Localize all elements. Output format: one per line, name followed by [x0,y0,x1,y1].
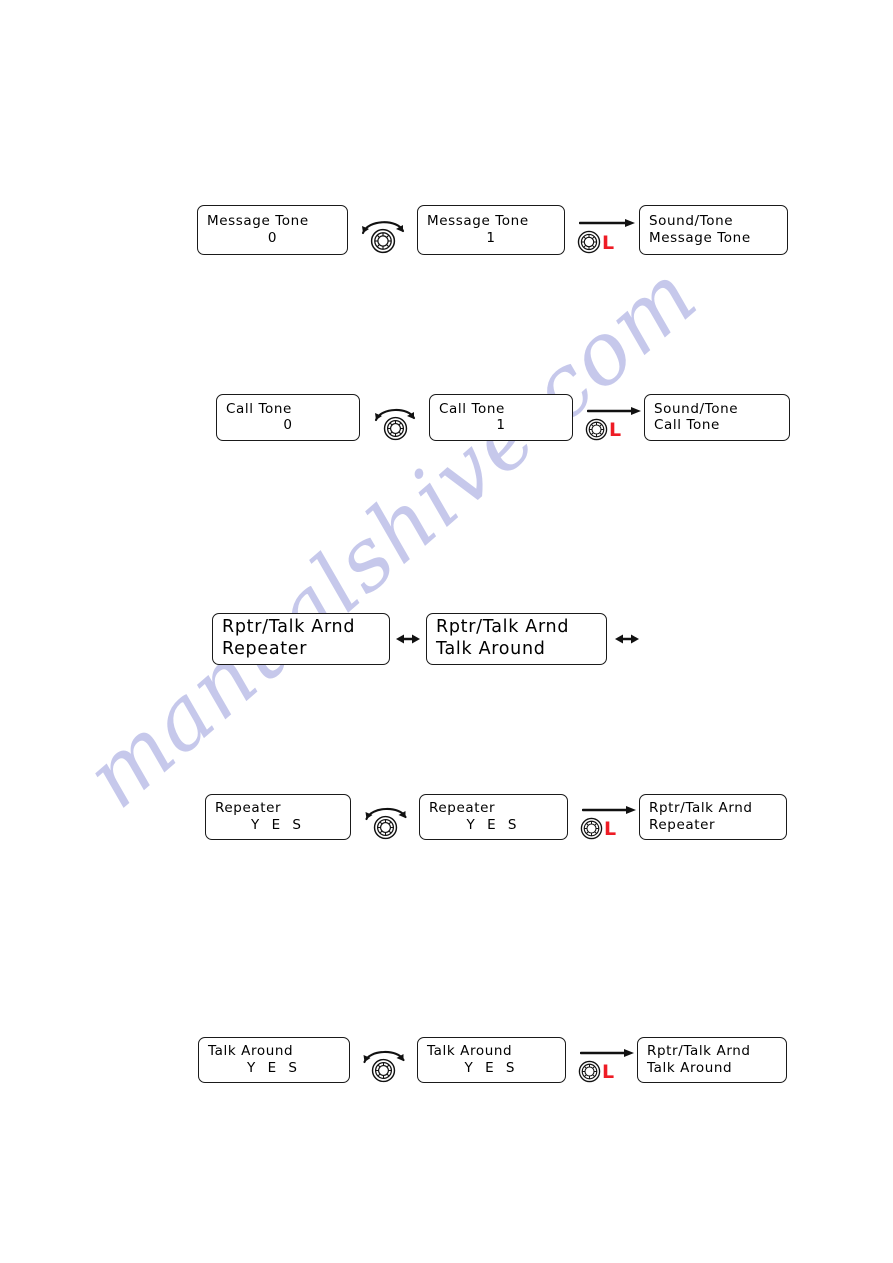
lcd-line-2: 0 [267,229,278,246]
double-arrow-connector[interactable] [615,632,639,646]
arrow-holder [587,405,641,417]
lcd-line-1: Rptr/Talk Arnd [649,800,753,817]
lcd-line-2: Talk Around [436,638,546,659]
lcd-screen[interactable]: Repeater Y E S [205,794,351,840]
lcd-screen[interactable]: Rptr/Talk Arnd Repeater [639,794,787,840]
rotary-knob-icon [580,817,603,840]
lcd-screen[interactable]: Sound/Tone Message Tone [639,205,788,255]
arrow-holder [579,217,635,229]
lcd-line-1: Message Tone [207,213,309,230]
lcd-screen[interactable]: Rptr/Talk Arnd Repeater [212,613,390,665]
arrow-left-right-icon [615,634,639,644]
diagram-row-rptr-talk-arnd: Rptr/Talk Arnd Repeater Rptr/Talk Arnd T… [212,613,639,665]
lcd-screen[interactable]: Rptr/Talk Arnd Talk Around [426,613,607,665]
double-arrow-connector[interactable] [396,632,420,646]
lcd-line-2: Y E S [466,816,521,833]
knob-rotate-connector[interactable] [361,1037,406,1083]
knob-long-press-connector[interactable]: L [580,794,636,840]
lcd-line-2: Repeater [222,638,308,659]
rotate-arrow-icon [362,1050,405,1064]
knob-row: L [580,817,616,840]
arrow-right-icon [582,806,636,814]
arrow-holder [580,1047,634,1059]
rotary-knob-icon [577,230,601,254]
long-press-indicator: L [602,1061,615,1083]
lcd-screen[interactable]: Message Tone 1 [417,205,565,255]
lcd-line-2: Repeater [649,816,716,833]
knob-long-press-connector[interactable]: L [578,1037,634,1083]
lcd-line-2: Talk Around [647,1059,733,1076]
lcd-line-2: 0 [283,417,293,433]
lcd-line-2: Y E S [464,1059,519,1076]
rotary-knob-icon [578,1060,601,1083]
lcd-line-1: Sound/Tone [649,213,734,230]
lcd-screen[interactable]: Talk Around Y E S [417,1037,566,1083]
lcd-line-1: Call Tone [226,400,292,417]
long-press-indicator: L [602,232,615,254]
lcd-line-1: Rptr/Talk Arnd [647,1043,751,1060]
lcd-line-1: Talk Around [427,1043,513,1060]
lcd-line-1: Call Tone [439,400,505,417]
lcd-line-2: Y E S [247,1059,301,1076]
lcd-screen[interactable]: Call Tone 1 [429,394,573,441]
knob-row: L [577,230,614,254]
lcd-line-2: Call Tone [654,417,720,433]
arrow-right-icon [587,406,641,415]
lcd-screen[interactable]: Rptr/Talk Arnd Talk Around [637,1037,787,1083]
lcd-line-2: 1 [496,417,506,433]
lcd-line-1: Talk Around [208,1043,294,1060]
lcd-screen[interactable]: Repeater Y E S [419,794,568,840]
long-press-indicator: L [604,818,617,840]
knob-long-press-connector[interactable]: L [585,395,641,441]
lcd-screen[interactable]: Call Tone 0 [216,394,360,441]
lcd-line-1: Sound/Tone [654,400,739,417]
arrow-holder [582,804,636,816]
lcd-line-2: 1 [486,229,496,246]
knob-row: L [578,1060,614,1083]
knob-rotate-connector[interactable] [363,794,408,840]
knob-long-press-connector[interactable]: L [577,206,635,254]
diagram-row-repeater: Repeater Y E S Repeater Y E S L Rptr/Tal… [205,794,787,840]
diagram-row-talk-around: Talk Around Y E S Talk Around Y E S L Rp… [198,1037,787,1083]
diagram-row-call-tone: Call Tone 0 Call Tone 1 L Sound/Tone Cal… [216,394,790,441]
arrow-left-right-icon [396,634,420,644]
rotate-arrow-icon [361,221,405,235]
knob-rotate-connector[interactable] [373,395,417,441]
rotate-arrow-icon [364,807,407,821]
rotate-arrow-icon [374,408,416,421]
lcd-screen[interactable]: Message Tone 0 [197,205,348,255]
knob-rotate-connector[interactable] [360,206,406,254]
knob-row: L [585,418,621,441]
lcd-line-2: Y E S [251,816,305,833]
lcd-line-1: Message Tone [427,213,529,230]
rotary-knob-icon [585,418,608,440]
lcd-line-1: Rptr/Talk Arnd [436,617,570,638]
watermark-text: manualshive.com [67,245,716,828]
lcd-line-1: Repeater [215,800,282,817]
lcd-screen[interactable]: Talk Around Y E S [198,1037,350,1083]
long-press-indicator: L [609,418,622,441]
lcd-line-2: Message Tone [649,229,751,246]
arrow-right-icon [580,1049,634,1057]
lcd-screen[interactable]: Sound/Tone Call Tone [644,394,790,441]
lcd-line-1: Repeater [429,800,496,817]
arrow-right-icon [579,219,635,227]
lcd-line-1: Rptr/Talk Arnd [222,617,356,638]
diagram-row-message-tone: Message Tone 0 Message Tone 1 L Sound/To… [197,205,788,255]
